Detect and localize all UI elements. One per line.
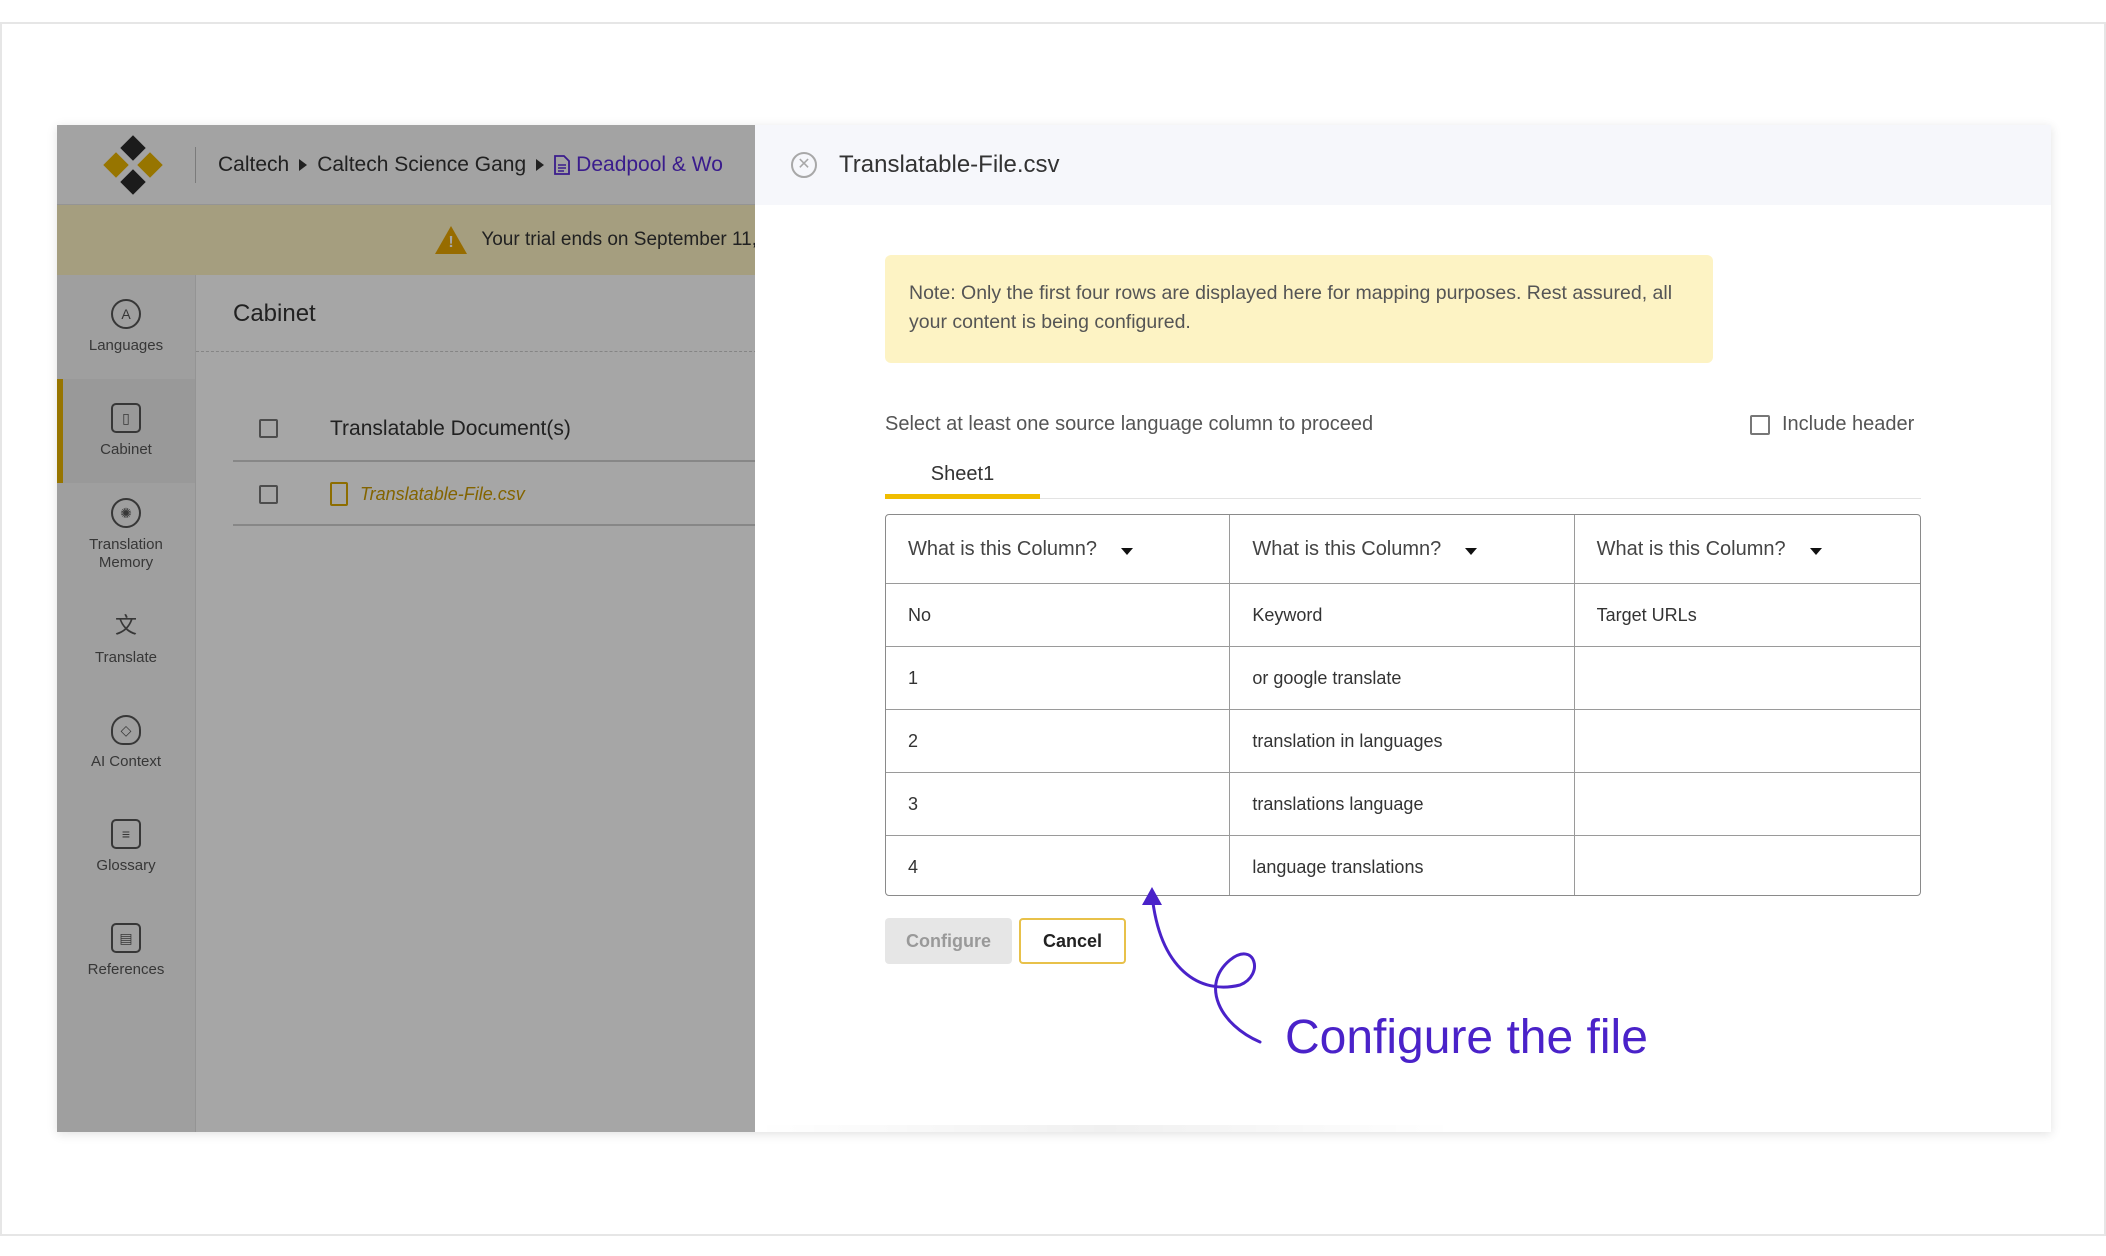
table-row: 4 language translations — [886, 836, 1920, 895]
instruction-text: Select at least one source language colu… — [885, 413, 1374, 435]
table-row: 1 or google translate — [886, 647, 1920, 710]
column-select-label: What is this Column? — [1252, 537, 1442, 560]
table-cell — [1575, 836, 1920, 895]
cancel-button[interactable]: Cancel — [1019, 918, 1126, 964]
column-select-label: What is this Column? — [1596, 537, 1786, 560]
panel-header: ✕ Translatable-File.csv — [755, 125, 2051, 205]
annotation-label: Configure the file — [1285, 1011, 1648, 1064]
table-cell: No — [886, 584, 1231, 646]
table-cell — [1575, 710, 1920, 772]
table-row: 3 translations language — [886, 773, 1920, 836]
shadow — [755, 1125, 1455, 1132]
table-cell: language translations — [1230, 836, 1575, 895]
table-cell: Target URLs — [1596, 604, 1697, 625]
background-app: Caltech Caltech Science Gang Deadpool & … — [57, 125, 757, 1132]
table-cell: 3 — [886, 773, 1231, 835]
column-select[interactable]: What is this Column? — [1230, 515, 1575, 583]
caret-down-icon — [1809, 547, 1822, 555]
table-cell: 2 — [886, 710, 1231, 772]
table-cell: translations language — [1230, 773, 1575, 835]
column-select[interactable]: What is this Column? — [886, 515, 1231, 583]
table-row: 2 translation in languages — [886, 710, 1920, 773]
table-cell: or google translate — [1230, 647, 1575, 709]
column-select[interactable]: What is this Column? — [1575, 515, 1920, 583]
caret-down-icon — [1120, 547, 1133, 555]
column-selectors: What is this Column? What is this Column… — [886, 515, 1920, 584]
tab-sheet1[interactable]: Sheet1 — [885, 455, 1040, 499]
include-header-label: Include header — [1782, 413, 1915, 435]
mapping-table: What is this Column? What is this Column… — [885, 514, 1921, 896]
table-cell: translation in languages — [1230, 710, 1575, 772]
table-cell — [1575, 773, 1920, 835]
close-icon[interactable]: ✕ — [791, 152, 817, 178]
info-note: Note: Only the first four rows are displ… — [885, 255, 1713, 363]
app-window: Caltech Caltech Science Gang Deadpool & … — [57, 125, 2051, 1132]
sheet-tabs: Sheet1 — [885, 455, 1921, 499]
configure-button[interactable]: Configure — [885, 918, 1012, 964]
modal-backdrop[interactable] — [57, 125, 757, 1132]
annotation-arrow-icon — [1142, 887, 1262, 1044]
table-cell: Keyword — [1230, 584, 1575, 646]
table-cell: 1 — [886, 647, 1231, 709]
column-select-label: What is this Column? — [908, 537, 1097, 560]
include-header-toggle[interactable]: Include header — [1750, 413, 1914, 436]
table-row: No Keyword Target URLs — [886, 584, 1920, 647]
panel-title: Translatable-File.csv — [839, 151, 1060, 178]
include-header-checkbox[interactable] — [1750, 414, 1770, 435]
caret-down-icon — [1465, 547, 1478, 555]
configure-panel: ✕ Translatable-File.csv Note: Only the f… — [755, 125, 2051, 1132]
table-cell — [1575, 647, 1920, 709]
